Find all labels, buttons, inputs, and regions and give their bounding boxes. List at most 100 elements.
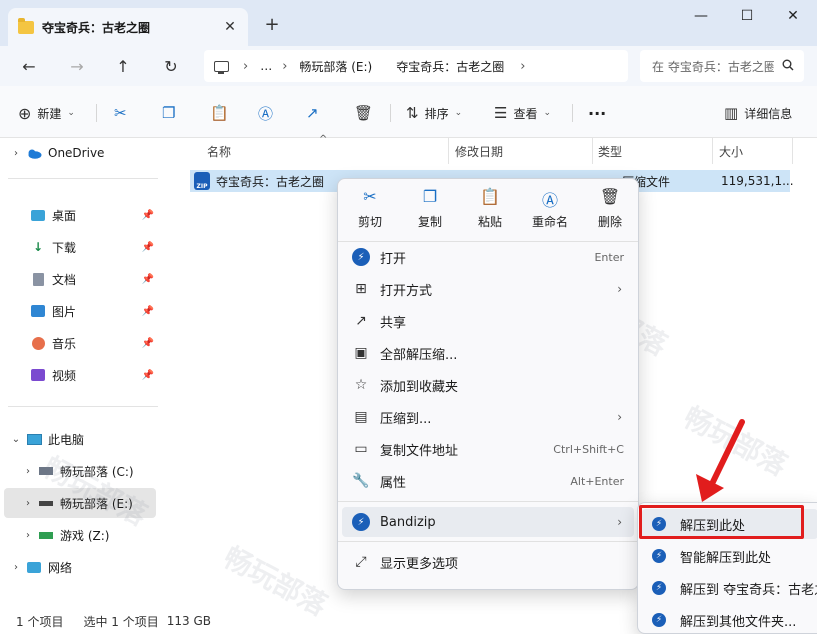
context-copy-button[interactable]: ❐ 复制 (402, 187, 458, 235)
delete-button[interactable]: 🗑 (354, 100, 379, 126)
new-button[interactable]: ⊕ 新建 ⌄ (18, 100, 75, 126)
sidebar-item-onedrive[interactable]: › OneDrive (0, 138, 160, 168)
breadcrumb-overflow[interactable]: … (260, 59, 272, 73)
new-tab-button[interactable]: + (260, 12, 284, 36)
menu-item-extract-all[interactable]: ▣ 全部解压缩... (342, 338, 634, 368)
paste-icon: 📋 (480, 187, 500, 206)
copy-button[interactable]: ❐ (162, 100, 181, 126)
forward-button[interactable]: → (62, 52, 92, 80)
sidebar-item-label: 视频 (52, 368, 77, 383)
menu-label: 共享 (380, 315, 407, 331)
column-header-size[interactable]: 大小 (719, 138, 743, 164)
context-delete-button[interactable]: 🗑 删除 (582, 187, 638, 235)
menu-item-share[interactable]: ↗ 共享 (342, 306, 634, 336)
refresh-button[interactable]: ↻ (156, 52, 186, 80)
drive-icon (38, 464, 54, 478)
breadcrumb-folder[interactable]: 夺宝奇兵：古老之圈 (396, 58, 504, 75)
column-divider[interactable] (792, 138, 793, 164)
menu-item-compress-to[interactable]: ▤ 压缩到... › (342, 402, 634, 432)
red-arrow-icon (696, 419, 745, 502)
pin-icon[interactable]: 📌 (142, 210, 154, 221)
zip-file-icon: ZIP (194, 172, 210, 190)
menu-item-bandizip[interactable]: ⚡ Bandizip › (342, 507, 634, 537)
column-header-modified[interactable]: 修改日期 (455, 138, 503, 164)
more-button[interactable]: ··· (588, 100, 606, 126)
breadcrumb-separator: › (243, 58, 249, 74)
context-cut-button[interactable]: ✂ 剪切 (342, 187, 398, 235)
cloud-icon (26, 146, 42, 160)
submenu-item-extract-other[interactable]: ⚡ 解压到其他文件夹... (642, 605, 817, 634)
sidebar-item-downloads[interactable]: ↓ 下载 📌 (30, 232, 160, 262)
pin-icon[interactable]: 📌 (142, 306, 154, 317)
sidebar-item-videos[interactable]: 视频 📌 (30, 360, 160, 390)
sidebar-item-network[interactable]: › 网络 (0, 552, 160, 582)
column-divider[interactable] (592, 138, 593, 164)
pin-icon[interactable]: 📌 (142, 370, 154, 381)
status-selected: 选中 1 个项目 (83, 614, 159, 629)
sidebar-item-label: 桌面 (52, 208, 77, 223)
address-row: ← → ↑ ↻ › … › 畅玩部落 (E:) 夺宝奇兵：古老之圈 › 在 夺宝… (0, 46, 817, 86)
maximize-button[interactable]: ☐ (724, 4, 770, 28)
sidebar-scrollbar[interactable] (164, 138, 174, 608)
column-header-type[interactable]: 类型 (598, 138, 622, 164)
new-label: 新建 (37, 106, 62, 121)
tab-close-icon[interactable]: ✕ (218, 15, 242, 39)
sidebar-item-pictures[interactable]: 图片 📌 (30, 296, 160, 326)
view-button[interactable]: ☰ 查看 ⌄ (494, 100, 551, 126)
sidebar-item-this-pc[interactable]: ⌄ 此电脑 (0, 424, 160, 454)
breadcrumb-separator: › (520, 58, 526, 74)
details-label: 详细信息 (744, 106, 793, 121)
menu-shortcut: Alt+Enter (570, 474, 624, 488)
sidebar-item-drive-z[interactable]: › 游戏 (Z:) (12, 520, 160, 550)
view-icon: ☰ (494, 104, 508, 122)
menu-item-open[interactable]: ⚡ 打开 Enter (342, 242, 634, 272)
details-button[interactable]: ▥ 详细信息 (724, 100, 792, 126)
pin-icon[interactable]: 📌 (142, 274, 154, 285)
column-header-name[interactable]: 名称 (207, 138, 231, 164)
column-divider[interactable] (712, 138, 713, 164)
context-rename-button[interactable]: Ⓐ 重命名 (522, 187, 578, 235)
menu-item-open-with[interactable]: ⊞ 打开方式 › (342, 274, 634, 304)
address-bar[interactable]: › … › 畅玩部落 (E:) 夺宝奇兵：古老之圈 › (204, 50, 628, 82)
column-divider[interactable] (448, 138, 449, 164)
bandizip-icon: ⚡ (652, 549, 666, 563)
menu-item-add-favorites[interactable]: ☆ 添加到收藏夹 (342, 370, 634, 400)
sidebar-item-label: 文档 (52, 272, 77, 287)
sidebar-item-drive-e[interactable]: › 畅玩部落 (E:) (4, 488, 156, 518)
divider (96, 104, 97, 122)
cut-button[interactable]: ✂ (114, 100, 133, 126)
sidebar-item-music[interactable]: 音乐 📌 (30, 328, 160, 358)
menu-item-more-options[interactable]: ⤢ 显示更多选项 (342, 547, 634, 577)
search-input[interactable]: 在 夺宝奇兵：古老之圈 中搜索 (640, 50, 804, 82)
tab-current-folder[interactable]: 夺宝奇兵：古老之圈 ✕ (8, 8, 248, 46)
rename-icon: Ⓐ (258, 104, 274, 123)
context-quick-actions: ✂ 剪切 ❐ 复制 📋 粘贴 Ⓐ 重命名 🗑 删除 (338, 179, 638, 239)
menu-item-copy-path[interactable]: ▭ 复制文件地址 Ctrl+Shift+C (342, 434, 634, 464)
quick-label: 粘贴 (477, 215, 502, 229)
pin-icon[interactable]: 📌 (142, 242, 154, 253)
sidebar-item-documents[interactable]: 文档 📌 (30, 264, 160, 294)
back-button[interactable]: ← (14, 52, 44, 80)
submenu-item-smart-extract[interactable]: ⚡ 智能解压到此处 (642, 541, 817, 571)
pin-icon[interactable]: 📌 (142, 338, 154, 349)
submenu-item-extract-to-folder[interactable]: ⚡ 解压到 夺宝奇兵：古老之圈\ (642, 573, 817, 603)
up-button[interactable]: ↑ (108, 52, 138, 80)
rename-button[interactable]: Ⓐ (258, 100, 279, 126)
share-button[interactable]: ↗ (306, 100, 325, 126)
context-paste-button[interactable]: 📋 粘贴 (462, 187, 518, 235)
breadcrumb-drive[interactable]: 畅玩部落 (E:) (299, 58, 372, 75)
music-icon (30, 336, 46, 350)
more-options-icon: ⤢ (355, 554, 367, 570)
chevron-down-icon: ⌄ (67, 108, 75, 118)
sidebar-item-drive-c[interactable]: › 畅玩部落 (C:) (12, 456, 160, 486)
menu-item-properties[interactable]: 🔧 属性 Alt+Enter (342, 466, 634, 496)
chevron-right-icon: › (617, 410, 622, 424)
close-window-button[interactable]: ✕ (770, 4, 816, 28)
sidebar-item-desktop[interactable]: 桌面 📌 (30, 200, 160, 230)
paste-button[interactable]: 📋 (210, 100, 235, 126)
add-icon: ⊕ (18, 103, 32, 123)
status-item-count: 1 个项目 (16, 614, 64, 629)
minimize-button[interactable]: — (678, 4, 724, 28)
sort-button[interactable]: ⇅ 排序 ⌄ (406, 100, 462, 126)
computer-icon (214, 60, 229, 74)
